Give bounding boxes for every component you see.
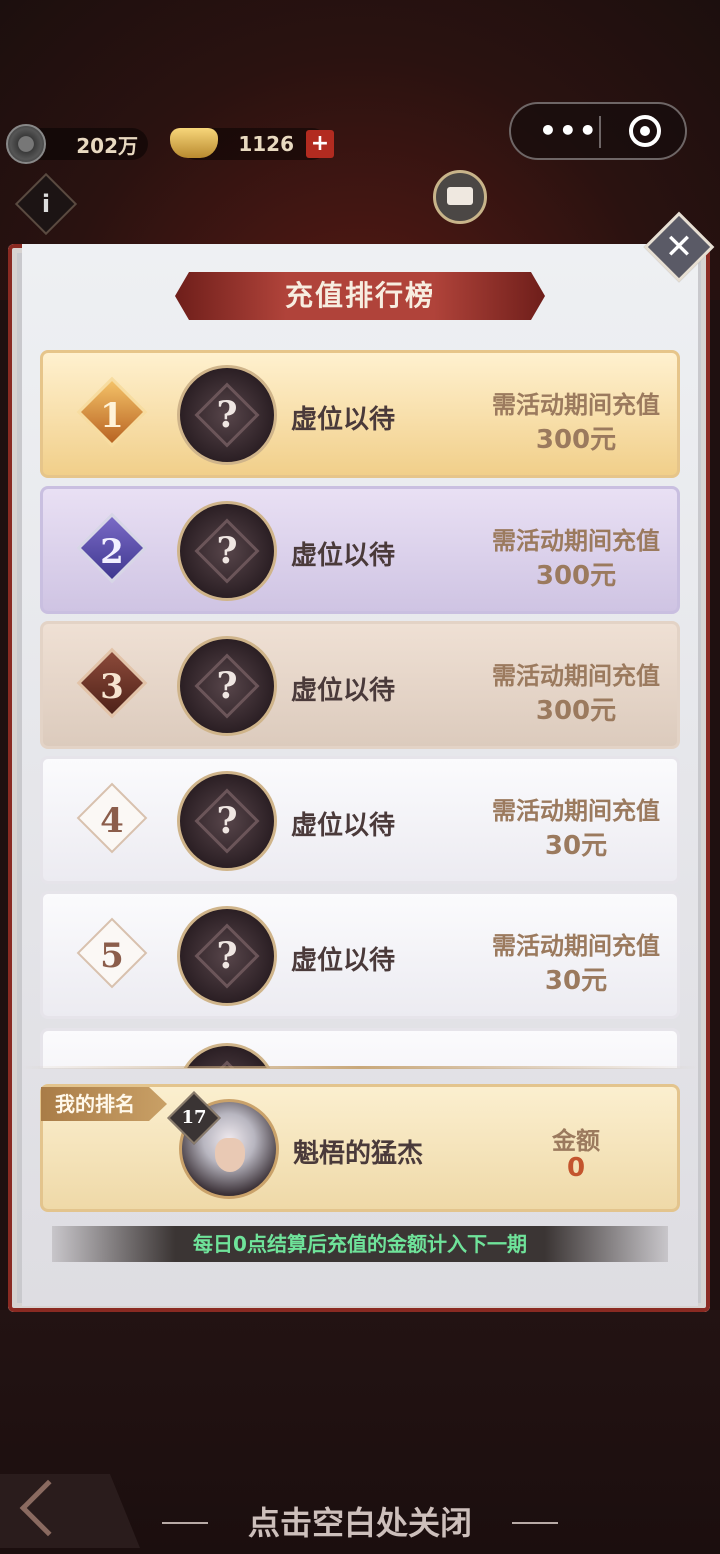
coin-value: 202万	[76, 133, 138, 158]
my-player-name: 魁梧的猛杰	[293, 1139, 424, 1169]
list-divider	[22, 1066, 698, 1069]
rank-badge-silver-icon: 2	[76, 512, 148, 584]
rank-badge-icon: 5	[76, 917, 148, 989]
rank-badge-gold-icon: 1	[76, 376, 148, 448]
requirement-label: 需活动期间充值	[492, 932, 660, 960]
unknown-avatar-icon: ?	[177, 365, 277, 465]
page-title: 充值排行榜	[284, 279, 435, 312]
player-name: 虚位以待	[291, 811, 396, 841]
capsule-divider	[599, 116, 601, 148]
info-icon: i	[41, 190, 51, 218]
requirement-amount: 30元	[544, 831, 608, 861]
settlement-note-text: 每日0点结算后充值的金额计入下一期	[193, 1232, 527, 1256]
rank-badge-icon: 4	[76, 782, 148, 854]
close-program-icon[interactable]	[629, 115, 661, 147]
unknown-avatar-icon: ?	[177, 636, 277, 736]
unknown-avatar-icon: ?	[177, 501, 277, 601]
rank-badge-bronze-icon: 3	[76, 647, 148, 719]
rank-row-1: 1 ? 虚位以待 需活动期间充值 300元	[40, 350, 680, 478]
requirement-label: 需活动期间充值	[492, 662, 660, 690]
amount-label: 金额	[552, 1127, 600, 1155]
my-rank-tag: 我的排名	[41, 1087, 167, 1121]
rank-row-partial	[40, 1028, 680, 1068]
requirement-label: 需活动期间充值	[492, 391, 660, 419]
requirement-label: 需活动期间充值	[492, 527, 660, 555]
settlement-note: 每日0点结算后充值的金额计入下一期	[52, 1226, 668, 1262]
requirement-amount: 300元	[535, 696, 617, 726]
coin-counter: 202万	[6, 124, 148, 164]
requirement-amount: 300元	[535, 425, 617, 455]
coin-icon	[6, 124, 46, 164]
rank-row-2: 2 ? 虚位以待 需活动期间充值 300元	[40, 486, 680, 614]
player-name: 虚位以待	[291, 405, 396, 435]
chat-icon[interactable]	[433, 170, 487, 224]
rank-row-5: 5 ? 虚位以待 需活动期间充值 30元	[40, 891, 680, 1019]
unknown-avatar-icon: ?	[177, 906, 277, 1006]
requirement-amount: 300元	[535, 561, 617, 591]
rank-row-3: 3 ? 虚位以待 需活动期间充值 300元	[40, 621, 680, 749]
player-name: 虚位以待	[291, 676, 396, 706]
amount-value: 0	[566, 1153, 586, 1183]
close-icon: ✕	[664, 227, 694, 267]
ingot-counter: 1126 +	[170, 128, 334, 160]
player-name: 虚位以待	[291, 541, 396, 571]
more-menu-icon[interactable]: •••	[539, 114, 599, 147]
requirement-amount: 30元	[544, 966, 608, 996]
my-rank-card: 我的排名 17 魁梧的猛杰 金额 0	[40, 1084, 680, 1212]
mini-program-capsule: •••	[509, 102, 687, 160]
player-name: 虚位以待	[291, 946, 396, 976]
tap-to-close-hint[interactable]: 点击空白处关闭	[0, 1498, 720, 1544]
gold-ingot-icon	[170, 128, 218, 158]
title-banner: 充值排行榜	[175, 272, 545, 320]
rank-row-4: 4 ? 虚位以待 需活动期间充值 30元	[40, 756, 680, 884]
unknown-avatar-icon: ?	[177, 771, 277, 871]
add-ingot-button[interactable]: +	[306, 130, 334, 158]
unknown-avatar-icon	[177, 1043, 277, 1068]
ingot-value: 1126	[238, 132, 294, 156]
rank-list-overflow[interactable]	[40, 1028, 680, 1068]
requirement-label: 需活动期间充值	[492, 797, 660, 825]
